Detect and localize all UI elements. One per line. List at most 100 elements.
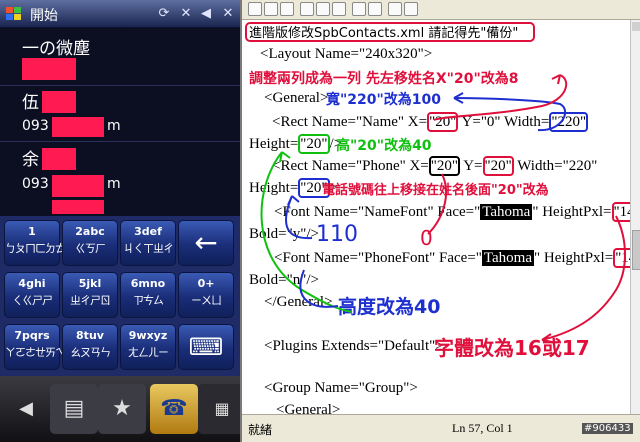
code-line: <Font Name="PhoneFont" Face=" Tahoma " Hei… — [274, 248, 630, 268]
new-file-icon[interactable] — [248, 2, 262, 16]
paste-icon[interactable] — [332, 2, 346, 16]
key-zhuyin: ㄑㄍㄕㄕ — [12, 294, 53, 307]
code-area[interactable]: 進階版修改SpbContacts.xml 請記得先"備份" <Layout Na… — [242, 20, 630, 414]
contact-list: 一の微塵 伍 093 m 余 093 m — [0, 28, 240, 216]
code-line: <Plugins Extends="Default"> — [264, 338, 444, 354]
namefont-face-value: Tahoma — [480, 204, 533, 220]
key-3[interactable]: 3def ㄐㄑㄒㄓㄔ — [120, 220, 176, 266]
windows-start-icon[interactable] — [6, 7, 22, 21]
code-text: " HeightPxl= — [532, 204, 612, 220]
editor-toolbar — [242, 0, 640, 20]
code-text: " HeightPxl= — [534, 250, 614, 266]
annotation-width: 寬"220"改為100 — [326, 92, 442, 108]
key-zhuyin: ㄚㄛㄜㄝㄞㄟ — [5, 346, 66, 359]
key-digit: 4ghi — [18, 277, 46, 290]
favorites-star-icon[interactable]: ★ — [98, 384, 146, 434]
key-zhuyin: ㄗㄘㄙ — [133, 294, 164, 307]
redo-icon[interactable] — [368, 2, 382, 16]
contact-name[interactable]: 一の微塵 — [22, 34, 90, 59]
documents-icon[interactable]: ▤ — [50, 384, 98, 434]
code-text: <Font Name="NameFont" Face=" — [274, 204, 481, 220]
code-line: </General> — [264, 294, 333, 310]
save-icon[interactable] — [280, 2, 294, 16]
key-2[interactable]: 2abc ㄍㄎㄏ — [62, 220, 118, 266]
code-text: <Font Name="PhoneFont" Face=" — [274, 250, 482, 266]
key-1[interactable]: 1 ㄅㄆㄇㄈㄉㄊㄋㄌ — [4, 220, 86, 266]
volume-icon[interactable]: ◀ — [198, 6, 214, 22]
contact-name[interactable]: 余 — [22, 145, 39, 170]
keyboard-icon: ⌨ — [188, 333, 224, 361]
copy-icon[interactable] — [316, 2, 330, 16]
code-line: Bold="y"/> — [249, 226, 320, 242]
key-0[interactable]: 0+ ㄧㄨㄩ — [178, 272, 234, 318]
signal-off-icon[interactable]: ✕ — [178, 6, 194, 22]
dial-keypad: 1 ㄅㄆㄇㄈㄉㄊㄋㄌ 2abc ㄍㄎㄏ 3def ㄐㄑㄒㄓㄔ ← 4ghi ㄑㄍ… — [0, 216, 240, 376]
key-6[interactable]: 6mno ㄗㄘㄙ — [120, 272, 176, 318]
code-text: Y= — [460, 158, 483, 174]
key-zhuyin: ㄓㄔㄕㄖ — [70, 294, 111, 307]
replace-icon[interactable] — [404, 2, 418, 16]
contact-phone[interactable]: 093 — [22, 176, 49, 192]
code-line: Height= "20"/> — [249, 134, 342, 154]
key-zhuyin: ㄠㄡㄢㄣ — [70, 346, 111, 359]
key-zhuyin: ㄐㄑㄒㄓㄔ — [123, 242, 174, 255]
scroll-up-arrow[interactable] — [632, 22, 640, 31]
code-text: <Rect Name="Name" X= — [272, 114, 428, 130]
code-line: <Rect Name="Phone" X= "20" Y= "20" Width="… — [272, 156, 598, 176]
redacted-phone — [52, 175, 104, 197]
code-text: Width="220" — [513, 158, 598, 174]
sync-icon[interactable]: ⟳ — [156, 6, 172, 22]
divider — [0, 141, 240, 142]
key-4[interactable]: 4ghi ㄑㄍㄕㄕ — [4, 272, 60, 318]
phonefont-height-value: "14" — [613, 248, 630, 268]
find-icon[interactable] — [388, 2, 402, 16]
key-digit: 0+ — [197, 277, 215, 290]
backspace-key[interactable]: ← — [178, 220, 234, 266]
key-7[interactable]: 7pqrs ㄚㄛㄜㄝㄞㄟ — [4, 324, 66, 370]
code-line: <Rect Name="Name" X= "20" Y="0" Width= "22… — [272, 112, 589, 132]
text-editor: 進階版修改SpbContacts.xml 請記得先"備份" <Layout Na… — [240, 0, 640, 442]
code-text: Y="0" Width= — [458, 114, 550, 130]
namefont-height-value: "14" — [611, 202, 630, 222]
code-line: Bold="n"/> — [249, 272, 320, 288]
phone-x-value: "20" — [428, 156, 461, 176]
phone-bottom-bar: ◀ ▤ ★ ☎ ▦ — [0, 376, 240, 442]
contact-phone-suffix: m — [107, 176, 121, 192]
phone-title-bar: 開始 ⟳ ✕ ◀ ✕ — [0, 0, 240, 28]
watermark-id: #906433 — [582, 423, 633, 434]
name-width-value: "220" — [549, 112, 589, 132]
key-digit: 8tuv — [76, 329, 104, 342]
cut-icon[interactable] — [300, 2, 314, 16]
divider — [0, 85, 240, 86]
close-icon[interactable]: ✕ — [220, 6, 236, 22]
scroll-left-icon[interactable]: ◀ — [2, 384, 50, 434]
menu-grid-icon[interactable]: ▦ — [198, 384, 240, 434]
code-line: <Layout Name="240x320"> — [260, 46, 433, 62]
contact-name[interactable]: 伍 — [22, 88, 39, 113]
scroll-thumb[interactable] — [632, 230, 640, 270]
annotation-110: 110 — [316, 222, 358, 247]
key-8[interactable]: 8tuv ㄠㄡㄢㄣ — [62, 324, 118, 370]
redacted-name — [42, 91, 76, 113]
key-zhuyin: ㄤㄥㄦㄧ — [128, 346, 169, 359]
undo-icon[interactable] — [352, 2, 366, 16]
phone-call-icon[interactable]: ☎ — [150, 384, 198, 434]
key-digit: 7pqrs — [14, 329, 50, 342]
key-9[interactable]: 9wxyz ㄤㄥㄦㄧ — [120, 324, 176, 370]
annotation-0: 0 — [420, 226, 433, 250]
keyboard-toggle-key[interactable]: ⌨ — [178, 324, 234, 370]
key-5[interactable]: 5jkl ㄓㄔㄕㄖ — [62, 272, 118, 318]
vertical-scrollbar[interactable] — [630, 20, 640, 414]
open-file-icon[interactable] — [264, 2, 278, 16]
status-bar: 就緒 Ln 57, Col 1 #906433 — [242, 414, 640, 442]
annotation-height: 高"20"改為40 — [336, 138, 432, 154]
key-zhuyin: ㄅㄆㄇㄈㄉㄊㄋㄌ — [5, 242, 86, 255]
backspace-icon: ← — [194, 226, 218, 259]
redacted-phone — [52, 117, 104, 137]
redacted-phone — [22, 58, 76, 80]
annotation-height-change: 高度改為40 — [338, 296, 441, 318]
contact-phone[interactable]: 093 — [22, 118, 49, 134]
start-title[interactable]: 開始 — [30, 5, 58, 25]
annotation-font-change: 字體改為16或17 — [434, 336, 590, 360]
key-digit: 6mno — [130, 277, 166, 290]
